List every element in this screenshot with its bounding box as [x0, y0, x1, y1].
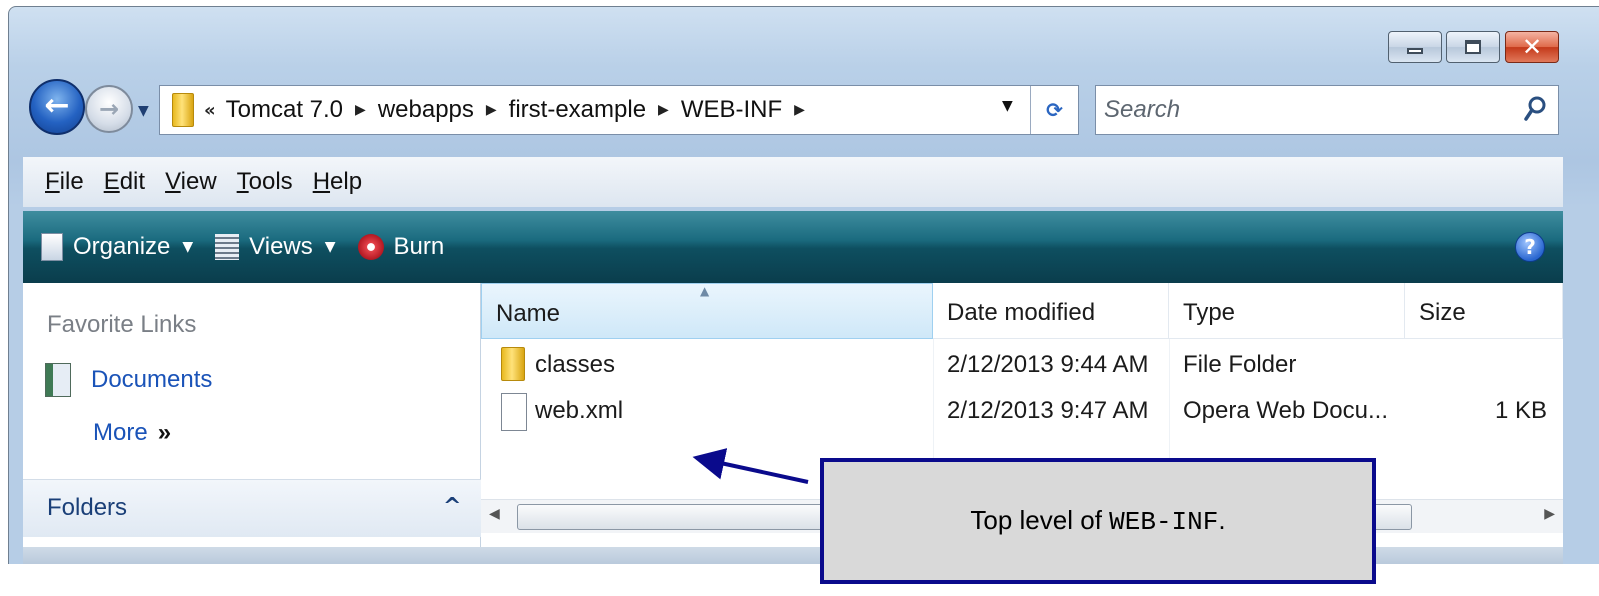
- maximize-icon: [1465, 40, 1481, 54]
- help-icon[interactable]: ?: [1515, 232, 1545, 262]
- column-size-label: Size: [1419, 299, 1466, 326]
- folder-icon: [172, 93, 194, 127]
- navigation-pane: Favorite Links Documents More » Folders ^: [23, 283, 481, 564]
- file-row-web-xml[interactable]: web.xml 2/12/2013 9:47 AM Opera Web Docu…: [481, 389, 1563, 435]
- file-type: Opera Web Docu...: [1183, 397, 1388, 424]
- chevron-down-icon: ▼: [324, 239, 336, 255]
- burn-disc-icon: [357, 234, 384, 260]
- column-header-size[interactable]: Size: [1405, 283, 1563, 339]
- menu-edit[interactable]: Edit: [104, 168, 145, 196]
- documents-label: Documents: [91, 366, 213, 393]
- breadcrumb-separator-icon[interactable]: ▶: [486, 102, 497, 118]
- organize-button[interactable]: Organize ▼: [41, 233, 193, 261]
- forward-arrow-icon: →: [98, 95, 120, 123]
- refresh-icon: ⟳: [1046, 98, 1063, 122]
- scroll-left-icon[interactable]: ◀: [489, 506, 500, 522]
- breadcrumb-separator-icon[interactable]: ▶: [794, 102, 805, 118]
- search-box[interactable]: [1095, 85, 1559, 135]
- maximize-button[interactable]: [1446, 31, 1500, 63]
- callout-text: Top level of WEB-INF.: [970, 505, 1225, 537]
- breadcrumb-overflow-button[interactable]: «: [204, 100, 216, 121]
- views-label: Views: [249, 233, 313, 260]
- breadcrumb-first-example[interactable]: first-example: [509, 96, 646, 124]
- scroll-right-icon[interactable]: ▶: [1544, 506, 1555, 522]
- double-chevron-icon: »: [157, 419, 172, 446]
- more-links-button[interactable]: More »: [93, 419, 171, 447]
- chevron-down-icon: ▼: [182, 239, 194, 255]
- favorite-link-documents[interactable]: Documents: [45, 363, 212, 397]
- menu-help[interactable]: Help: [313, 168, 362, 196]
- file-name: web.xml: [535, 397, 624, 424]
- views-icon: [215, 234, 240, 260]
- minimize-icon: [1407, 48, 1423, 54]
- file-name: classes: [535, 351, 616, 378]
- more-label: More: [93, 419, 148, 446]
- callout-prefix: Top level of: [970, 505, 1110, 535]
- burn-label: Burn: [393, 233, 445, 260]
- callout-code: WEB-INF: [1109, 507, 1219, 537]
- burn-button[interactable]: Burn: [357, 233, 445, 261]
- command-bar: Organize ▼ Views ▼ Burn ?: [23, 211, 1563, 283]
- organize-icon: [41, 233, 63, 261]
- file-date-modified: 2/12/2013 9:47 AM: [947, 397, 1149, 424]
- back-button[interactable]: ←: [29, 79, 85, 135]
- annotation-callout: Top level of WEB-INF.: [820, 458, 1376, 584]
- search-input[interactable]: [1104, 90, 1514, 130]
- back-arrow-icon: ←: [44, 88, 70, 123]
- menu-tools[interactable]: Tools: [237, 168, 293, 196]
- address-dropdown-icon[interactable]: ▼: [1002, 98, 1013, 114]
- column-headers: ▲ Name Date modified Type Size: [481, 283, 1563, 339]
- favorite-links-heading: Favorite Links: [47, 311, 197, 338]
- organize-label: Organize: [73, 233, 171, 260]
- column-header-date-modified[interactable]: Date modified: [933, 283, 1169, 339]
- forward-button[interactable]: →: [85, 85, 133, 133]
- breadcrumb-web-inf[interactable]: WEB-INF: [681, 96, 782, 124]
- views-button[interactable]: Views ▼: [215, 233, 336, 261]
- folders-label: Folders: [47, 494, 128, 521]
- file-size: 1 KB: [1494, 397, 1547, 424]
- address-bar[interactable]: « Tomcat 7.0 ▶ webapps ▶ first-example ▶…: [159, 85, 1079, 135]
- breadcrumb-tomcat[interactable]: Tomcat 7.0: [226, 96, 343, 124]
- column-date-label: Date modified: [947, 299, 1096, 326]
- menu-file[interactable]: File: [45, 168, 84, 196]
- close-icon: ✕: [1521, 33, 1543, 61]
- column-name-label: Name: [496, 300, 561, 327]
- search-icon[interactable]: [1524, 96, 1548, 122]
- file-row-classes[interactable]: classes 2/12/2013 9:44 AM File Folder: [481, 343, 1563, 389]
- breadcrumb-webapps[interactable]: webapps: [378, 96, 474, 124]
- menu-view[interactable]: View: [165, 168, 217, 196]
- file-date-modified: 2/12/2013 9:44 AM: [947, 351, 1149, 378]
- callout-suffix: .: [1218, 505, 1226, 535]
- column-header-name[interactable]: ▲ Name: [481, 283, 933, 339]
- recent-pages-dropdown-icon[interactable]: ▼: [138, 103, 149, 119]
- breadcrumb-separator-icon[interactable]: ▶: [355, 102, 366, 118]
- file-type: File Folder: [1183, 351, 1297, 378]
- folders-header[interactable]: Folders ^: [23, 479, 481, 537]
- breadcrumb-separator-icon[interactable]: ▶: [658, 102, 669, 118]
- column-type-label: Type: [1183, 299, 1236, 326]
- close-button[interactable]: ✕: [1505, 31, 1559, 63]
- folder-icon: [501, 347, 525, 381]
- file-icon: [501, 393, 527, 431]
- documents-icon: [45, 363, 71, 397]
- minimize-button[interactable]: [1388, 31, 1442, 63]
- sort-ascending-icon: ▲: [700, 284, 710, 298]
- column-header-type[interactable]: Type: [1169, 283, 1405, 339]
- chevron-up-icon[interactable]: ^: [443, 494, 461, 519]
- refresh-button[interactable]: ⟳: [1030, 86, 1078, 134]
- menu-bar: File Edit View Tools Help: [23, 157, 1563, 207]
